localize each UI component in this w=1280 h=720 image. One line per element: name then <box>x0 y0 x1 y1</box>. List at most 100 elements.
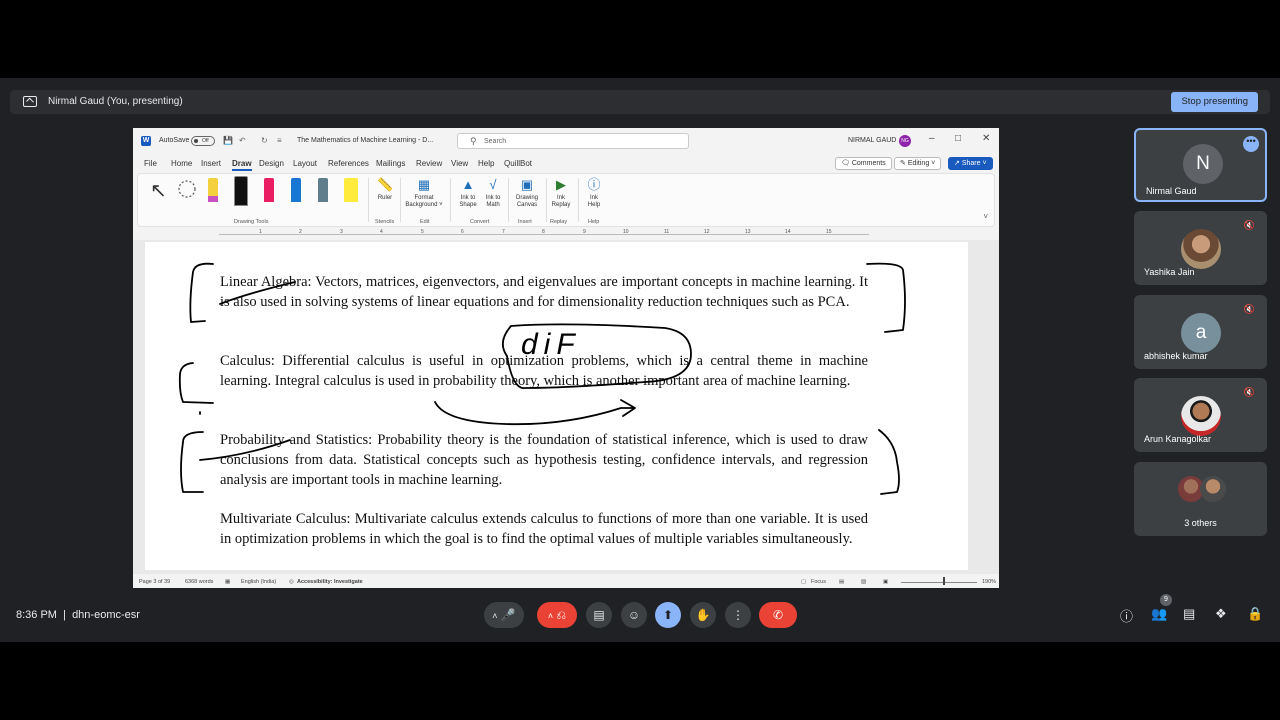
tab-design[interactable]: Design <box>259 159 284 168</box>
collapse-ribbon-icon[interactable]: ˅ <box>983 212 988 221</box>
captions-button[interactable]: ▤ <box>586 602 612 628</box>
more-options-button[interactable]: ⋮ <box>725 602 751 628</box>
tab-insert[interactable]: Insert <box>201 159 221 168</box>
meeting-time: 8:36 PM <box>16 609 57 621</box>
tab-view[interactable]: View <box>451 159 468 168</box>
meeting-info-icon[interactable]: ⓘ <box>1120 606 1133 625</box>
more-options-icon[interactable]: ••• <box>1243 136 1259 152</box>
participant-tile-abhishek[interactable]: a 🔇 abhishek kumar <box>1134 295 1267 369</box>
redo-icon[interactable]: ↻ <box>261 136 268 145</box>
drawing-canvas-button[interactable]: ▣ Drawing Canvas <box>512 177 542 209</box>
word-count[interactable]: 6368 words <box>185 579 213 585</box>
participant-tile-nirmal[interactable]: N ••• Nirmal Gaud <box>1134 128 1267 202</box>
ink-to-shape-icon: ▲ <box>461 177 475 192</box>
zoom-slider-handle[interactable] <box>943 577 945 585</box>
save-icon[interactable]: 💾 <box>223 136 233 145</box>
tab-review[interactable]: Review <box>416 159 442 168</box>
participant-tile-others[interactable]: 3 others <box>1134 462 1267 536</box>
account-avatar[interactable]: NG <box>899 135 911 147</box>
ruler-button[interactable]: 📏 Ruler <box>372 177 398 202</box>
select-pointer-icon[interactable]: ↖ <box>150 178 167 204</box>
comments-button[interactable]: 🗨 Comments <box>835 157 892 170</box>
proofing-icon[interactable]: ▦ <box>225 579 230 585</box>
mic-button[interactable]: ˄ 🎤 <box>484 602 524 628</box>
autosave-toggle[interactable]: Off <box>191 136 215 146</box>
lasso-select-icon[interactable] <box>176 178 196 204</box>
avatar: a <box>1181 313 1221 353</box>
gray-pen-icon[interactable] <box>318 178 328 202</box>
zoom-level[interactable]: 190% <box>982 579 996 585</box>
search-input[interactable]: ⚲ Search <box>457 133 689 149</box>
stop-presenting-button[interactable]: Stop presenting <box>1171 92 1258 112</box>
share-button[interactable]: ↗ Share ˅ <box>948 157 993 170</box>
ink-help-button[interactable]: ⓘ Ink Help <box>582 177 606 209</box>
zoom-slider[interactable] <box>901 582 977 583</box>
camera-off-button[interactable]: ˄ ⎌ <box>537 602 577 628</box>
blue-pen-icon[interactable] <box>291 178 301 202</box>
participant-tile-arun[interactable]: 🔇 Arun Kanagolkar <box>1134 378 1267 452</box>
participant-name: abhishek kumar <box>1144 351 1208 361</box>
tab-file[interactable]: File <box>144 159 157 168</box>
language-label[interactable]: English (India) <box>241 579 276 585</box>
ink-to-shape-button[interactable]: ▲ Ink to Shape <box>456 177 480 209</box>
close-icon[interactable]: ✕ <box>982 133 990 144</box>
print-layout-icon[interactable]: ▧ <box>861 579 866 585</box>
highlighter-icon[interactable] <box>344 178 358 202</box>
leave-call-button[interactable]: ✆ <box>759 602 797 628</box>
format-background-button[interactable]: ▦ Format Background ˅ <box>402 177 446 209</box>
ink-to-math-icon: √ <box>489 177 497 192</box>
read-mode-icon[interactable]: ▤ <box>839 579 844 585</box>
ink-bracket-left-2 <box>178 362 214 404</box>
ink-to-math-button[interactable]: √ Ink to Math <box>481 177 505 209</box>
focus-button[interactable]: Focus <box>811 579 826 585</box>
document-title[interactable]: The Mathematics of Machine Learning - D.… <box>297 137 433 144</box>
raise-hand-button[interactable]: ✋ <box>690 602 716 628</box>
eraser-pen-icon[interactable] <box>208 178 218 202</box>
tab-layout[interactable]: Layout <box>293 159 317 168</box>
tab-help[interactable]: Help <box>478 159 494 168</box>
presenting-banner: Nirmal Gaud (You, presenting) Stop prese… <box>10 90 1270 114</box>
comments-label: Comments <box>851 160 886 167</box>
page-count[interactable]: Page 3 of 39 <box>139 579 170 585</box>
host-controls-icon[interactable]: 🔒 <box>1247 606 1263 622</box>
tab-references[interactable]: References <box>328 159 369 168</box>
tab-mailings[interactable]: Mailings <box>376 159 405 168</box>
ruler-number: 13 <box>745 229 751 235</box>
canvas-label-1: Drawing <box>515 195 538 201</box>
tab-quillbot[interactable]: QuillBot <box>504 159 532 168</box>
undo-icon[interactable]: ↶ <box>239 136 246 145</box>
ruler-number: 4 <box>380 229 383 235</box>
web-layout-icon[interactable]: ▣ <box>883 579 888 585</box>
ruler-number: 12 <box>704 229 710 235</box>
document-page[interactable]: Linear Algebra: Vectors, matrices, eigen… <box>145 242 968 570</box>
ruler-number: 2 <box>299 229 302 235</box>
group-separator <box>368 178 369 222</box>
customize-qat-icon[interactable]: ≡ <box>277 136 282 145</box>
ruler-number: 14 <box>785 229 791 235</box>
people-icon[interactable]: 👥 <box>1151 606 1167 622</box>
account-name[interactable]: NIRMAL GAUD <box>848 137 896 144</box>
black-pen-icon[interactable] <box>234 176 248 206</box>
pink-pen-icon[interactable] <box>264 178 274 202</box>
reactions-button[interactable]: ☺ <box>621 602 647 628</box>
drawing-canvas-icon: ▣ <box>520 177 534 192</box>
minimize-icon[interactable]: – <box>929 133 935 144</box>
tab-home[interactable]: Home <box>171 159 192 168</box>
ruler-number: 7 <box>502 229 505 235</box>
captions-icon: ▤ <box>593 608 605 622</box>
ink-replay-button[interactable]: ▶ Ink Replay <box>548 177 574 209</box>
activities-icon[interactable]: ❖ <box>1215 606 1227 622</box>
participant-tile-yashika[interactable]: 🔇 Yashika Jain <box>1134 211 1267 285</box>
chat-icon[interactable]: ▤ <box>1183 606 1195 622</box>
ruler-number: 11 <box>664 229 670 235</box>
present-button[interactable]: ⬆ <box>655 602 681 628</box>
restore-icon[interactable]: □ <box>955 133 961 144</box>
editing-button[interactable]: ✎ Editing ˅ <box>894 157 942 170</box>
help-label-1: Ink <box>589 195 598 201</box>
ink-math-label-1: Ink to <box>485 195 501 201</box>
share-label: Share <box>961 160 981 167</box>
mic-muted-icon: 🔇 <box>1243 304 1255 314</box>
accessibility-status[interactable]: Accessibility: Investigate <box>297 579 363 585</box>
tab-draw[interactable]: Draw <box>232 159 252 171</box>
avatar-other-2 <box>1200 476 1226 502</box>
